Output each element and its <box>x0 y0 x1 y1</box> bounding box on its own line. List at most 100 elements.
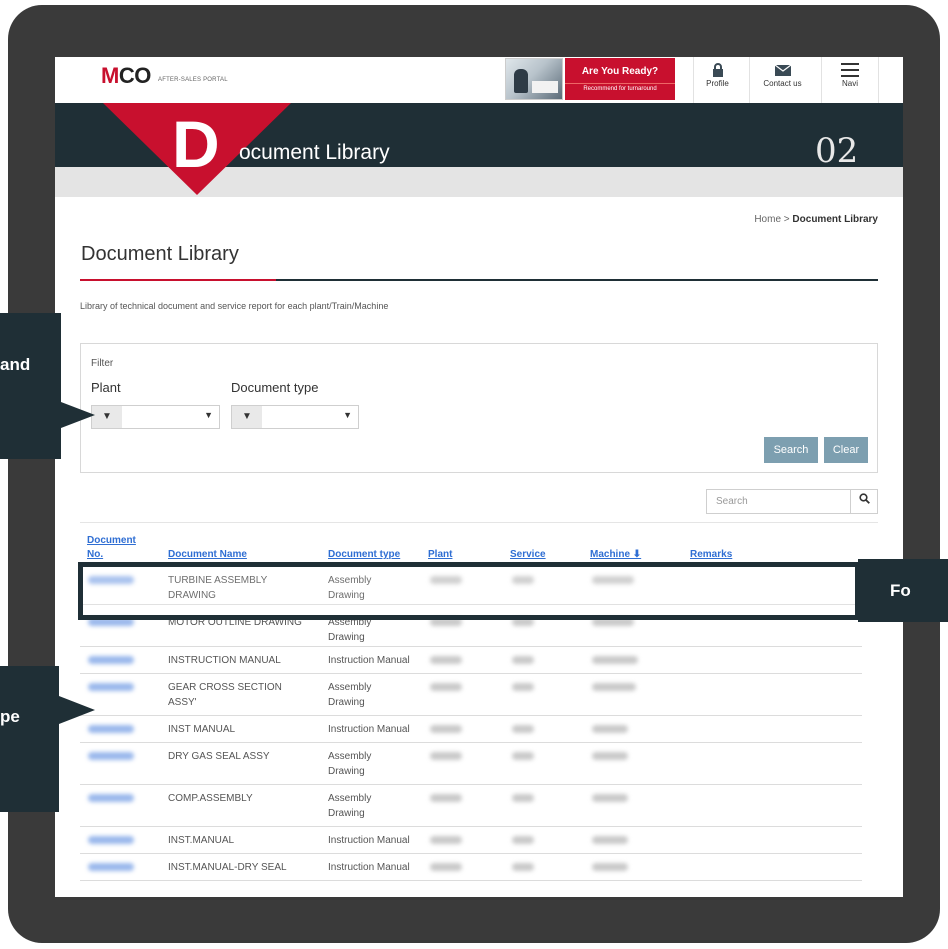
page-title: Document Library <box>81 243 239 265</box>
document-type: Assembly Drawing <box>328 751 372 777</box>
nav-menu-button[interactable]: Navi <box>821 57 879 103</box>
service-value <box>512 752 534 760</box>
table-row[interactable]: GEAR CROSS SECTION ASSY' Assembly Drawing <box>80 674 862 716</box>
document-name: DRY GAS SEAL ASSY <box>168 751 270 762</box>
logo-text: CO <box>118 63 152 88</box>
document-no-link[interactable] <box>88 836 134 844</box>
callout-row: Fo <box>858 559 948 622</box>
callout-filter: and <box>0 313 61 459</box>
menu-icon <box>841 63 859 77</box>
document-no-link[interactable] <box>88 725 134 733</box>
chevron-down-icon: ▼ <box>343 410 352 420</box>
header-big-letter: D <box>172 107 220 181</box>
callout-type-text: pe <box>0 707 20 726</box>
callout-filter-text: and <box>0 355 31 374</box>
header-document-type[interactable]: Document type <box>328 549 400 560</box>
ad-person-shape <box>514 69 528 93</box>
service-value <box>512 863 534 871</box>
header-machine[interactable]: Machine ⬇ <box>590 549 641 560</box>
header-title: ocument Library <box>239 141 390 164</box>
ad-laptop-shape <box>532 81 558 93</box>
search-icon[interactable] <box>850 489 878 514</box>
plant-value <box>430 683 462 691</box>
title-divider-accent <box>80 279 276 281</box>
table-top-divider <box>80 522 878 523</box>
page-description: Library of technical document and servic… <box>80 301 389 311</box>
callout-filter-arrow <box>61 402 95 428</box>
magnifier-icon <box>858 493 870 504</box>
document-no-link[interactable] <box>88 683 134 691</box>
document-no-link[interactable] <box>88 752 134 760</box>
chevron-down-icon: ▼ <box>204 410 213 420</box>
header-document-name[interactable]: Document Name <box>168 549 247 560</box>
header-document-no-line1[interactable]: Document <box>87 535 136 546</box>
document-type-label: Document type <box>231 380 319 395</box>
machine-value <box>592 794 628 802</box>
header-plant[interactable]: Plant <box>428 549 452 560</box>
callout-type-arrow <box>59 696 95 724</box>
document-no-link[interactable] <box>88 656 134 664</box>
service-value <box>512 683 534 691</box>
filter-panel: Filter Plant Document type ▼ ▼ ▼ ▼ Searc… <box>80 343 878 473</box>
callout-row-text: Fo <box>890 581 911 600</box>
document-name: INST MANUAL <box>168 724 236 735</box>
header-remarks[interactable]: Remarks <box>690 549 732 560</box>
filter-icon: ▼ <box>232 406 262 428</box>
app-screen: MCO AFTER-SALES PORTAL Are You Ready? Re… <box>55 57 903 897</box>
breadcrumb-separator: > <box>781 214 793 225</box>
document-no-link[interactable] <box>88 863 134 871</box>
document-type: Instruction Manual <box>328 655 410 666</box>
clear-button[interactable]: Clear <box>824 437 868 463</box>
nav-contact-button[interactable]: Contact us <box>749 57 815 103</box>
table-row[interactable]: INST.MANUAL-DRY SEAL Instruction Manual <box>80 854 862 881</box>
plant-value <box>430 656 462 664</box>
machine-value <box>592 863 628 871</box>
machine-value <box>592 656 638 664</box>
table-row[interactable]: INSTRUCTION MANUAL Instruction Manual <box>80 647 862 674</box>
plant-label: Plant <box>91 380 121 395</box>
header-section-number: 02 <box>815 131 859 171</box>
logo-subtitle: AFTER-SALES PORTAL <box>158 77 228 83</box>
table-row[interactable]: COMP.ASSEMBLY Assembly Drawing <box>80 785 862 827</box>
nav-contact-label: Contact us <box>763 79 802 88</box>
document-name: INST.MANUAL-DRY SEAL <box>168 862 287 873</box>
nav-profile-button[interactable]: Profile <box>693 57 741 103</box>
document-no-link[interactable] <box>88 794 134 802</box>
logo-mark: M <box>101 63 119 88</box>
ad-photo[interactable] <box>505 58 563 100</box>
lock-icon <box>712 63 723 77</box>
document-type: Instruction Manual <box>328 724 410 735</box>
plant-select[interactable]: ▼ ▼ <box>91 405 220 429</box>
table-row[interactable]: DRY GAS SEAL ASSY Assembly Drawing <box>80 743 862 785</box>
document-name: COMP.ASSEMBLY <box>168 793 253 804</box>
plant-value <box>430 725 462 733</box>
table-header: Document No. Document Name Document type… <box>80 531 860 563</box>
filter-icon: ▼ <box>92 406 122 428</box>
top-bar: MCO AFTER-SALES PORTAL Are You Ready? Re… <box>55 57 903 103</box>
nav-profile-label: Profile <box>706 79 729 88</box>
filter-heading: Filter <box>91 358 114 369</box>
nav-menu-label: Navi <box>841 79 858 88</box>
service-value <box>512 656 534 664</box>
search-button[interactable]: Search <box>764 437 818 463</box>
machine-value <box>592 836 628 844</box>
site-logo[interactable]: MCO <box>101 63 151 89</box>
ad-banner[interactable]: Are You Ready? Recommend for turnaround <box>565 58 675 100</box>
service-value <box>512 836 534 844</box>
document-type-select[interactable]: ▼ ▼ <box>231 405 359 429</box>
header-document-no-line2[interactable]: No. <box>87 549 103 560</box>
table-row[interactable]: INST MANUAL Instruction Manual <box>80 716 862 743</box>
search-input[interactable]: Search <box>706 489 851 514</box>
machine-value <box>592 725 628 733</box>
document-name: INST.MANUAL <box>168 835 235 846</box>
service-value <box>512 725 534 733</box>
breadcrumb-home[interactable]: Home <box>754 214 781 225</box>
ad-title: Are You Ready? <box>581 66 659 77</box>
mail-icon <box>774 64 791 76</box>
header-service[interactable]: Service <box>510 549 546 560</box>
plant-value <box>430 836 462 844</box>
document-type: Assembly Drawing <box>328 682 372 708</box>
document-name: INSTRUCTION MANUAL <box>168 655 281 666</box>
table-row[interactable]: INST.MANUAL Instruction Manual <box>80 827 862 854</box>
title-divider <box>80 279 878 281</box>
